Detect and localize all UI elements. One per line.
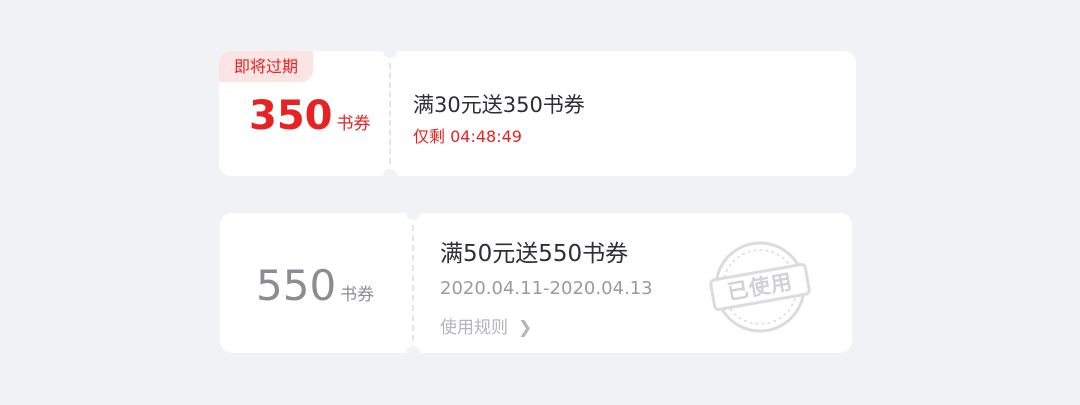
- coupon-unit: 书券: [336, 114, 371, 134]
- used-stamp-icon: 已使用: [702, 229, 818, 345]
- countdown-text: 仅剩 04:48:49: [413, 127, 522, 146]
- expiring-badge: 即将过期: [219, 51, 313, 82]
- perforation-notch-bottom: [406, 346, 420, 353]
- coupon-title: 满30元送350书券: [413, 93, 585, 117]
- usage-rules-link[interactable]: 使用规则 ❯: [440, 313, 532, 338]
- coupon-amount-block: 550 书券: [256, 261, 374, 310]
- chevron-right-icon: ❯: [518, 318, 533, 338]
- usage-rules-label: 使用规则: [440, 318, 508, 338]
- coupon-unit: 书券: [340, 285, 375, 305]
- perforation-line: [389, 63, 391, 164]
- coupon-card-used[interactable]: 550 书券 满50元送550书券 2020.04.11-2020.04.13 使…: [220, 213, 852, 353]
- perforation-notch-top: [383, 51, 397, 58]
- coupon-card-expiring[interactable]: 即将过期 350 书券 满30元送350书券 仅剩 04:48:49: [219, 51, 856, 176]
- perforation-line: [412, 225, 414, 341]
- perforation-notch-top: [406, 213, 420, 220]
- validity-period: 2020.04.11-2020.04.13: [440, 278, 653, 299]
- coupon-amount: 550: [256, 261, 337, 310]
- perforation-notch-bottom: [383, 169, 397, 176]
- coupon-amount-block: 350 书券: [249, 93, 371, 139]
- coupon-amount: 350: [249, 93, 333, 139]
- coupon-title: 满50元送550书券: [440, 241, 629, 267]
